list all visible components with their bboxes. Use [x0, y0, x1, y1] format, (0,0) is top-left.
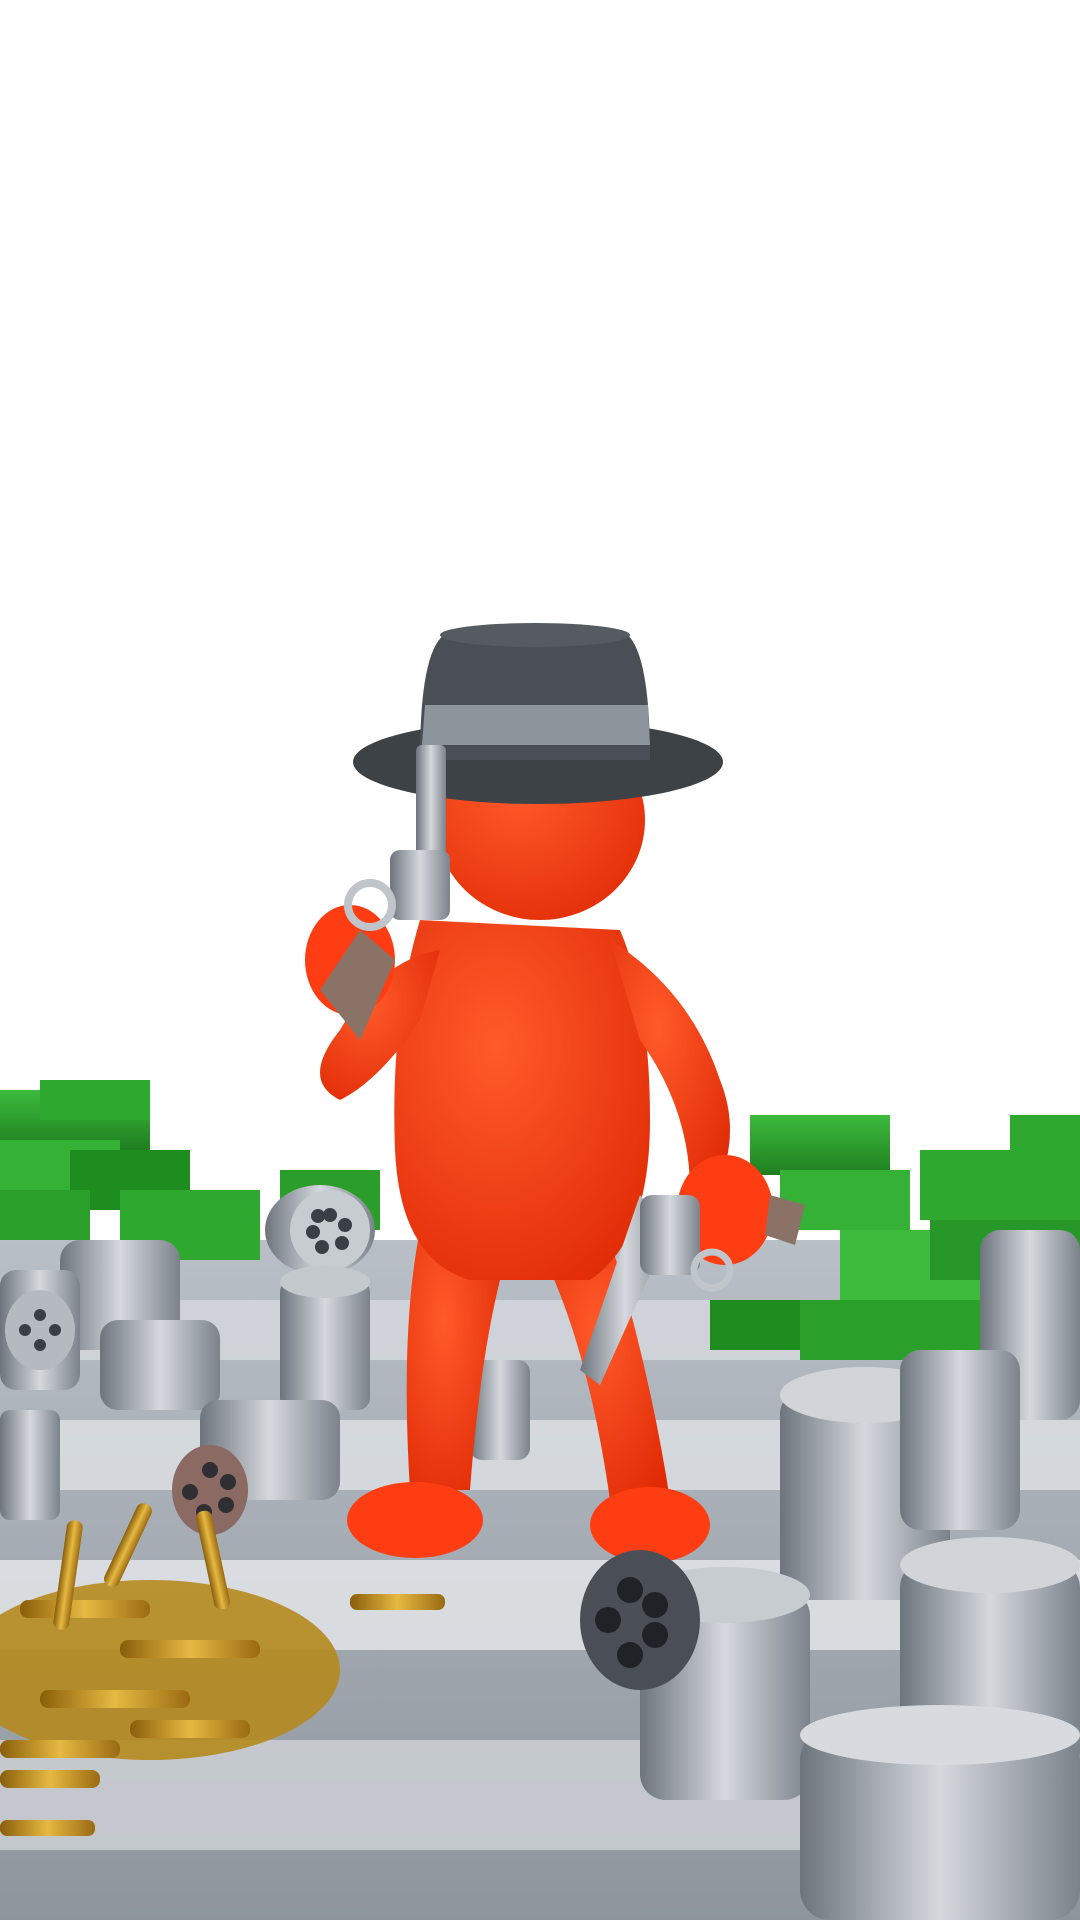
- game-scene: [0, 0, 1080, 1920]
- scene-canvas: [0, 623, 1080, 1920]
